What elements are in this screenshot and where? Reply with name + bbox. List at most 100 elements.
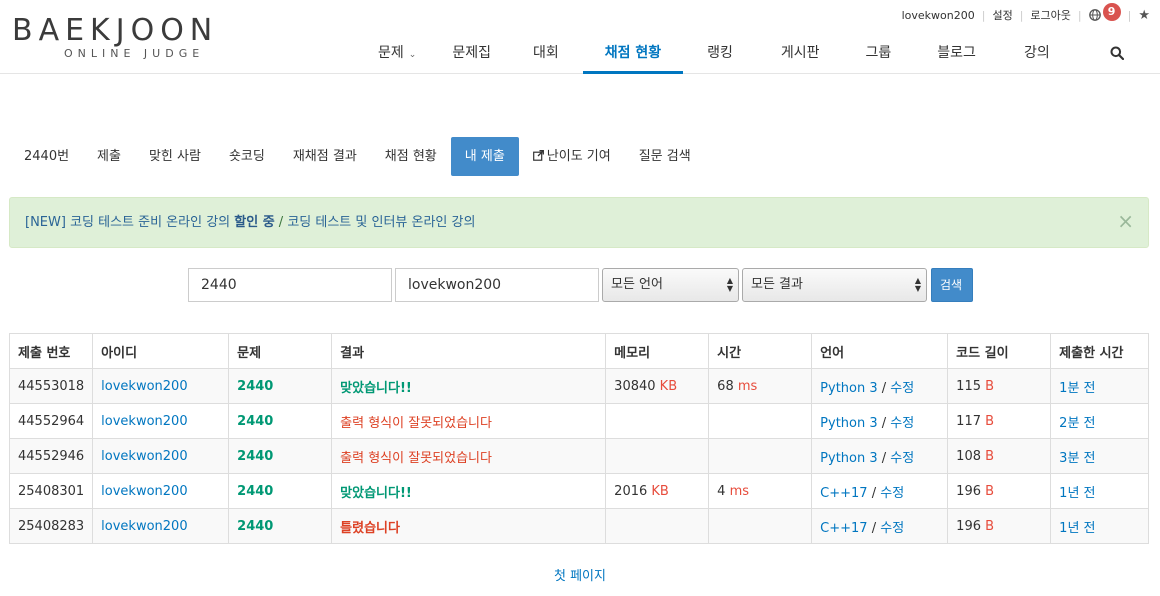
submitted-time-link[interactable]: 3분 전: [1059, 451, 1095, 466]
language-cell: C++17 / 수정: [811, 508, 949, 544]
tab-questions[interactable]: 질문 검색: [625, 137, 705, 176]
result-text: 맞았습니다!!: [340, 380, 412, 396]
tab-my-submissions[interactable]: 내 제출: [450, 137, 519, 176]
nav-item-problems[interactable]: 문제 ⌄: [360, 32, 434, 74]
submission-id-cell: 25408301: [8, 473, 94, 509]
logo-subtitle: ONLINE JUDGE: [64, 47, 205, 60]
submitted-time-cell: 1분 전: [1050, 368, 1149, 404]
user-link[interactable]: lovekwon200: [101, 519, 187, 534]
memory-unit: KB: [659, 378, 678, 394]
submission-id-cell: 44552964: [8, 403, 94, 439]
time-cell: 68 ms: [708, 368, 813, 404]
submitted-time-link[interactable]: 1년 전: [1059, 486, 1095, 501]
search-icon[interactable]: [1110, 46, 1124, 60]
language-cell: Python 3 / 수정: [811, 403, 949, 439]
problem-link[interactable]: 2440: [237, 484, 273, 499]
code-length-unit: B: [985, 448, 995, 464]
submitted-time-cell: 1년 전: [1050, 473, 1149, 509]
memory-cell: 2016 KB: [605, 473, 710, 509]
language-link[interactable]: C++17: [820, 486, 867, 501]
result-cell: 맞았습니다!!: [331, 473, 607, 509]
tab-solvers[interactable]: 맞힌 사람: [135, 137, 215, 176]
problem-link[interactable]: 2440: [237, 379, 273, 394]
edit-link[interactable]: 수정: [890, 416, 914, 431]
problem-link[interactable]: 2440: [237, 449, 273, 464]
language-select[interactable]: 모든 언어 ▲ ▼: [602, 268, 739, 302]
code-length-unit: B: [985, 413, 995, 429]
nav-item-workbook[interactable]: 문제집: [434, 32, 509, 74]
tab-rejudge[interactable]: 재채점 결과: [279, 137, 371, 176]
promo-link[interactable]: [NEW] 코딩 테스트 준비 온라인 강의 할인 중: [25, 215, 275, 230]
first-page-link[interactable]: 첫 페이지: [554, 569, 606, 584]
memory-cell: [605, 508, 710, 544]
result-select[interactable]: 모든 결과 ▲ ▼: [742, 268, 927, 302]
tab-problem[interactable]: 2440번: [10, 137, 83, 176]
language-link[interactable]: C++17: [820, 521, 867, 536]
username-link[interactable]: lovekwon200: [902, 9, 975, 22]
submitted-time-link[interactable]: 1분 전: [1059, 381, 1095, 396]
site-logo[interactable]: BAEKJOON ONLINE JUDGE: [12, 14, 262, 64]
user-cell: lovekwon200: [92, 473, 230, 509]
code-length-cell: 117 B: [947, 403, 1052, 439]
memory-unit: KB: [651, 483, 669, 499]
notification-count-badge: 9: [1102, 3, 1121, 21]
nav-item-blog[interactable]: 블로그: [913, 32, 1000, 74]
nav-item-board[interactable]: 게시판: [757, 32, 844, 74]
edit-link[interactable]: 수정: [880, 521, 904, 536]
submitted-time-link[interactable]: 2분 전: [1059, 416, 1095, 431]
tab-status[interactable]: 채점 현황: [371, 137, 451, 176]
code-length-value: 108: [956, 448, 981, 464]
user-link[interactable]: lovekwon200: [101, 379, 187, 394]
problem-cell: 2440: [228, 473, 333, 509]
user-cell: lovekwon200: [92, 438, 230, 474]
nav-item-status[interactable]: 채점 현황: [582, 32, 684, 74]
language-link[interactable]: Python 3: [820, 416, 877, 431]
nav-item-group[interactable]: 그룹: [844, 32, 914, 74]
result-text: 출력 형식이 잘못되었습니다: [340, 450, 492, 466]
tab-shortcoding[interactable]: 숏코딩: [215, 137, 279, 176]
time-cell: [708, 438, 813, 474]
settings-link[interactable]: 설정: [992, 7, 1012, 23]
language-link[interactable]: Python 3: [820, 381, 877, 396]
promo-text: [NEW] 코딩 테스트 준비 온라인 강의: [25, 215, 235, 230]
time-cell: [708, 403, 813, 439]
site-header: BAEKJOON ONLINE JUDGE lovekwon200 | 설정 |…: [0, 0, 1160, 74]
column-header: 메모리: [605, 333, 710, 369]
memory-cell: [605, 438, 710, 474]
result-cell: 출력 형식이 잘못되었습니다: [331, 438, 607, 474]
user-link[interactable]: lovekwon200: [101, 414, 187, 429]
user-link[interactable]: lovekwon200: [101, 484, 187, 499]
nav-item-lecture[interactable]: 강의: [1000, 32, 1074, 74]
time-cell: 4 ms: [708, 473, 813, 509]
problem-cell: 2440: [228, 438, 333, 474]
nav-item-contest[interactable]: 대회: [509, 32, 583, 74]
promo-separator: /: [274, 215, 288, 230]
search-button[interactable]: 검색: [931, 268, 973, 302]
promo-highlight: 할인 중: [234, 215, 275, 230]
nav-item-ranking[interactable]: 랭킹: [683, 32, 757, 74]
submissions-table: 제출 번호 아이디 문제 결과 메모리 시간 언어 코드 길이 제출한 시간 4…: [8, 333, 1149, 544]
user-link[interactable]: lovekwon200: [101, 449, 187, 464]
edit-link[interactable]: 수정: [880, 486, 904, 501]
problem-link[interactable]: 2440: [237, 414, 273, 429]
edit-link[interactable]: 수정: [890, 381, 914, 396]
globe-icon: [1088, 9, 1101, 21]
logout-link[interactable]: 로그아웃: [1030, 7, 1070, 23]
problem-link[interactable]: 2440: [237, 519, 273, 534]
tab-submit[interactable]: 제출: [83, 137, 135, 176]
interview-link[interactable]: 코딩 테스트 및 인터뷰 온라인 강의: [287, 215, 475, 230]
edit-link[interactable]: 수정: [890, 451, 914, 466]
close-icon[interactable]: ×: [1117, 198, 1134, 244]
time-value: 4: [717, 483, 726, 499]
tab-difficulty[interactable]: 난이도 기여: [519, 137, 625, 176]
result-cell: 틀렸습니다: [331, 508, 607, 544]
problem-id-input[interactable]: 2440: [188, 268, 392, 302]
language-link[interactable]: Python 3: [820, 451, 877, 466]
notifications-button[interactable]: 9: [1088, 3, 1121, 21]
user-id-input[interactable]: lovekwon200: [395, 268, 599, 302]
memory-value: 2016: [614, 483, 648, 499]
star-icon[interactable]: ★: [1138, 8, 1150, 23]
submitted-time-link[interactable]: 1년 전: [1059, 521, 1095, 536]
problem-tabs: 2440번 제출 맞힌 사람 숏코딩 재채점 결과 채점 현황 내 제출 난이도…: [10, 137, 705, 176]
select-arrows-icon: ▲ ▼: [726, 276, 733, 293]
